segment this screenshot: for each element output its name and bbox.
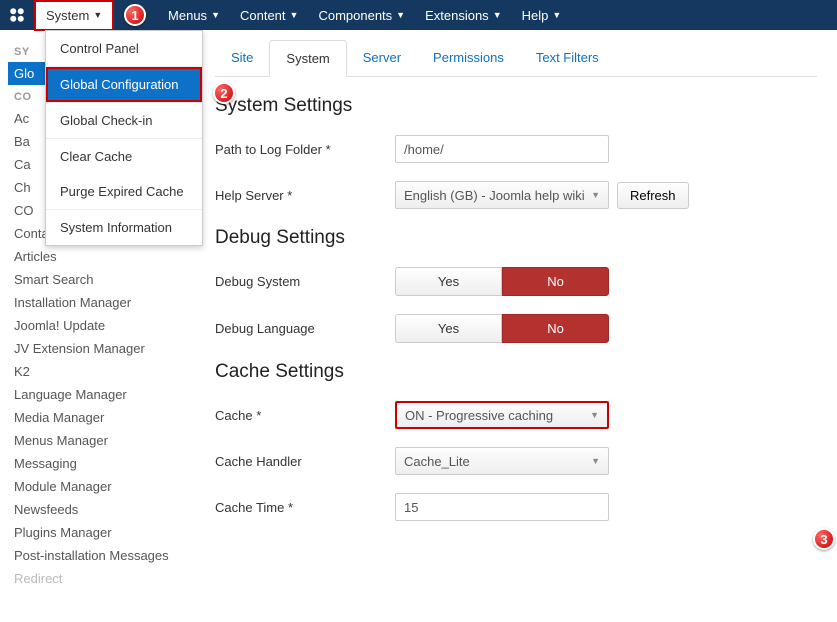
sidebar-item[interactable]: Joomla! Update bbox=[14, 314, 195, 337]
cache-label: Cache * bbox=[215, 408, 395, 423]
annotation-badge-1: 1 bbox=[124, 4, 146, 26]
sidebar-item[interactable]: Language Manager bbox=[14, 383, 195, 406]
caret-down-icon: ▼ bbox=[591, 456, 600, 466]
system-dropdown: Control Panel Global Configuration Globa… bbox=[45, 30, 203, 246]
section-cache-title: Cache Settings bbox=[215, 361, 817, 383]
sidebar-item[interactable]: Installation Manager bbox=[14, 291, 195, 314]
caret-down-icon: ▼ bbox=[591, 190, 600, 200]
debug-system-label: Debug System bbox=[215, 274, 395, 289]
menu-content[interactable]: Content▼ bbox=[230, 2, 308, 29]
tabs: Site System Server Permissions Text Filt… bbox=[215, 40, 817, 77]
toggle-no[interactable]: No bbox=[502, 314, 609, 343]
debug-language-label: Debug Language bbox=[215, 321, 395, 336]
sidebar-item[interactable]: Newsfeeds bbox=[14, 498, 195, 521]
sidebar-item[interactable]: Messaging bbox=[14, 452, 195, 475]
sidebar-item[interactable]: K2 bbox=[14, 360, 195, 383]
sidebar-item[interactable]: Redirect bbox=[14, 567, 195, 590]
cache-handler-label: Cache Handler bbox=[215, 454, 395, 469]
dd-global-checkin[interactable]: Global Check-in bbox=[46, 103, 202, 138]
caret-down-icon: ▼ bbox=[93, 10, 102, 20]
dd-global-config[interactable]: Global Configuration bbox=[46, 67, 202, 102]
help-server-select[interactable]: English (GB) - Joomla help wiki▼ bbox=[395, 181, 609, 209]
annotation-badge-3: 3 bbox=[813, 528, 835, 550]
tab-text-filters[interactable]: Text Filters bbox=[520, 40, 615, 76]
sidebar-item[interactable]: Module Manager bbox=[14, 475, 195, 498]
menu-help[interactable]: Help▼ bbox=[512, 2, 572, 29]
tab-site[interactable]: Site bbox=[215, 40, 269, 76]
menu-system[interactable]: System▼ bbox=[34, 0, 114, 31]
tab-server[interactable]: Server bbox=[347, 40, 417, 76]
menu-components[interactable]: Components▼ bbox=[308, 2, 415, 29]
dd-control-panel[interactable]: Control Panel bbox=[46, 31, 202, 66]
dd-system-info[interactable]: System Information bbox=[46, 210, 202, 245]
annotation-badge-2: 2 bbox=[213, 82, 235, 104]
toggle-no[interactable]: No bbox=[502, 267, 609, 296]
tab-system[interactable]: System bbox=[269, 40, 346, 77]
joomla-logo-icon bbox=[8, 6, 26, 24]
cache-select[interactable]: ON - Progressive caching▼ bbox=[395, 401, 609, 429]
log-folder-label: Path to Log Folder * bbox=[215, 142, 395, 157]
main-panel: Site System Server Permissions Text Filt… bbox=[195, 30, 837, 600]
toggle-yes[interactable]: Yes bbox=[395, 267, 502, 296]
sidebar-item[interactable]: Articles bbox=[14, 245, 195, 268]
cache-time-label: Cache Time * bbox=[215, 500, 395, 515]
sidebar-item[interactable]: Post-installation Messages bbox=[14, 544, 195, 567]
sidebar-item[interactable]: Menus Manager bbox=[14, 429, 195, 452]
sidebar-item[interactable]: Plugins Manager bbox=[14, 521, 195, 544]
tab-permissions[interactable]: Permissions bbox=[417, 40, 520, 76]
sidebar-item[interactable]: Smart Search bbox=[14, 268, 195, 291]
cache-handler-select[interactable]: Cache_Lite▼ bbox=[395, 447, 609, 475]
dd-purge-expired[interactable]: Purge Expired Cache bbox=[46, 174, 202, 209]
cache-time-input[interactable] bbox=[395, 493, 609, 521]
refresh-button[interactable]: Refresh bbox=[617, 182, 689, 209]
section-system-title: System Settings bbox=[215, 95, 817, 117]
menu-extensions[interactable]: Extensions▼ bbox=[415, 2, 512, 29]
section-debug-title: Debug Settings bbox=[215, 227, 817, 249]
sidebar-item[interactable]: Media Manager bbox=[14, 406, 195, 429]
debug-language-toggle[interactable]: Yes No bbox=[395, 314, 609, 343]
log-folder-input[interactable] bbox=[395, 135, 609, 163]
menu-menus[interactable]: Menus▼ bbox=[158, 2, 230, 29]
dd-clear-cache[interactable]: Clear Cache bbox=[46, 139, 202, 174]
debug-system-toggle[interactable]: Yes No bbox=[395, 267, 609, 296]
caret-down-icon: ▼ bbox=[590, 410, 599, 420]
sidebar-item[interactable]: JV Extension Manager bbox=[14, 337, 195, 360]
help-server-label: Help Server * bbox=[215, 188, 395, 203]
toggle-yes[interactable]: Yes bbox=[395, 314, 502, 343]
